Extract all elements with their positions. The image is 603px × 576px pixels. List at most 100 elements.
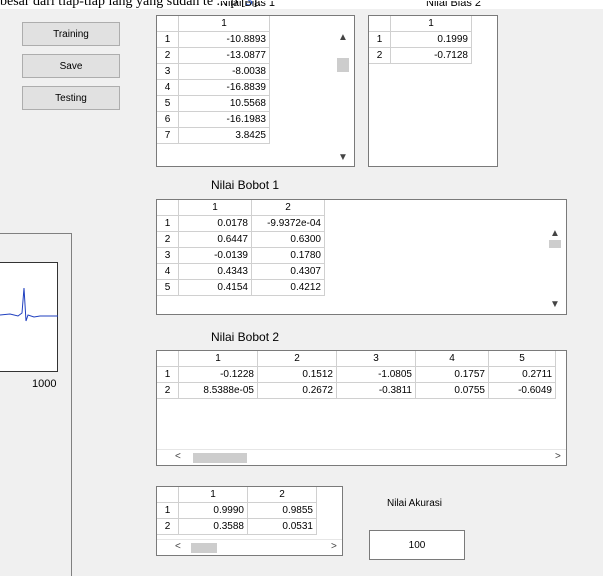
bobot1-grid: 1 2 1 0.0178 -9.9372e-04 2 0.6447 0.6300 3 -0… — [157, 200, 325, 296]
bias1-grid: 1 1 -10.8893 2 -13.0877 3 -8.0038 4 -16.8839… — [157, 16, 270, 144]
cell[interactable]: -16.8839 — [178, 79, 270, 96]
cell[interactable]: 8.5388e-05 — [178, 382, 258, 399]
cell[interactable]: 0.0531 — [247, 518, 317, 535]
scroll-thumb[interactable] — [337, 58, 349, 72]
bias1-vscrollbar[interactable]: ▲ ▼ — [334, 16, 351, 166]
cell[interactable]: 0.6300 — [251, 231, 325, 248]
output-hscrollbar[interactable]: < > — [157, 539, 342, 555]
cell[interactable]: 0.4343 — [178, 263, 252, 280]
cell[interactable]: 0.1999 — [390, 31, 472, 48]
cell[interactable]: 0.0755 — [415, 382, 489, 399]
col-header: 1 — [178, 487, 248, 503]
table-row[interactable]: 4 0.4343 0.4307 — [157, 263, 325, 280]
cell[interactable]: 0.2711 — [488, 366, 556, 383]
cell[interactable]: 0.1780 — [251, 247, 325, 264]
cell[interactable]: -16.1983 — [178, 111, 270, 128]
cell[interactable]: 0.9990 — [178, 502, 248, 519]
table-row[interactable]: 7 3.8425 — [157, 127, 270, 144]
cell[interactable]: 0.1512 — [257, 366, 337, 383]
cell[interactable]: -9.9372e-04 — [251, 215, 325, 232]
output-table[interactable]: 1 2 1 0.9990 0.9855 2 0.3588 0.0531 < > — [156, 486, 343, 556]
cell[interactable]: -0.1228 — [178, 366, 258, 383]
save-button[interactable]: Save — [22, 54, 120, 78]
row-header: 4 — [157, 263, 179, 280]
table-row[interactable]: 6 -16.1983 — [157, 111, 270, 128]
scroll-left-icon[interactable]: < — [175, 541, 181, 552]
row-header: 1 — [157, 31, 179, 48]
table-row[interactable]: 1 0.1999 — [369, 31, 472, 48]
table-row[interactable]: 2 -13.0877 — [157, 47, 270, 64]
bobot2-hscrollbar[interactable]: < > — [157, 449, 566, 465]
col-header: 2 — [247, 487, 317, 503]
scroll-thumb[interactable] — [191, 543, 217, 553]
table-row[interactable]: 2 0.6447 0.6300 — [157, 231, 325, 248]
col-header: 2 — [257, 351, 337, 367]
table-row[interactable]: 2 8.5388e-05 0.2672 -0.3811 0.0755 -0.6049 — [157, 382, 556, 399]
cell[interactable]: 0.1757 — [415, 366, 489, 383]
testing-button[interactable]: Testing — [22, 86, 120, 110]
cell[interactable]: -10.8893 — [178, 31, 270, 48]
cell[interactable]: -13.0877 — [178, 47, 270, 64]
scroll-up-icon[interactable]: ▲ — [550, 228, 560, 239]
row-header: 2 — [157, 231, 179, 248]
row-header: 1 — [157, 502, 179, 519]
row-header: 1 — [157, 215, 179, 232]
bobot1-vscrollbar[interactable]: ▲ ▼ — [546, 200, 563, 314]
row-header: 3 — [157, 247, 179, 264]
bobot2-table[interactable]: 1 2 3 4 5 1 -0.1228 0.1512 -1.0805 0.1757 0.2… — [156, 350, 567, 466]
table-row[interactable]: 2 -0.7128 — [369, 47, 472, 64]
cell[interactable]: 10.5568 — [178, 95, 270, 112]
scroll-left-icon[interactable]: < — [175, 451, 181, 462]
cell[interactable]: -8.0038 — [178, 63, 270, 80]
bobot1-table[interactable]: 1 2 1 0.0178 -9.9372e-04 2 0.6447 0.6300 3 -0… — [156, 199, 567, 315]
row-header: 2 — [157, 518, 179, 535]
table-row[interactable]: 4 -16.8839 — [157, 79, 270, 96]
row-header: 4 — [157, 79, 179, 96]
row-header: 5 — [157, 95, 179, 112]
cell[interactable]: -0.6049 — [488, 382, 556, 399]
corner-cell — [157, 16, 179, 32]
cell[interactable]: -0.0139 — [178, 247, 252, 264]
row-header: 3 — [157, 63, 179, 80]
cell[interactable]: 0.6447 — [178, 231, 252, 248]
cell[interactable]: 0.2672 — [257, 382, 337, 399]
document-caption: besar dari tiap-tiap lang yang sudah te … — [0, 0, 603, 9]
table-row[interactable]: 3 -0.0139 0.1780 — [157, 247, 325, 264]
cell[interactable]: 0.0178 — [178, 215, 252, 232]
cell[interactable]: 3.8425 — [178, 127, 270, 144]
corner-cell — [157, 200, 179, 216]
bobot2-title: Nilai Bobot 2 — [211, 330, 280, 344]
table-row[interactable]: 5 0.4154 0.4212 — [157, 279, 325, 296]
row-header: 2 — [157, 382, 179, 399]
table-row[interactable]: 2 0.3588 0.0531 — [157, 518, 317, 535]
training-button[interactable]: Training — [22, 22, 120, 46]
akurasi-label: Nilai Akurasi — [387, 498, 443, 509]
bias2-table[interactable]: 1 1 0.1999 2 -0.7128 — [368, 15, 498, 167]
scroll-right-icon[interactable]: > — [555, 451, 561, 462]
scroll-down-icon[interactable]: ▼ — [338, 152, 348, 163]
cell[interactable]: 0.4307 — [251, 263, 325, 280]
table-row[interactable]: 1 -0.1228 0.1512 -1.0805 0.1757 0.2711 — [157, 366, 556, 383]
scroll-down-icon[interactable]: ▼ — [550, 299, 560, 310]
table-row[interactable]: 1 0.9990 0.9855 — [157, 502, 317, 519]
table-row[interactable]: 1 0.0178 -9.9372e-04 — [157, 215, 325, 232]
cell[interactable]: -1.0805 — [336, 366, 416, 383]
scroll-up-icon[interactable]: ▲ — [338, 32, 348, 43]
akurasi-field[interactable]: 100 — [369, 530, 465, 560]
row-header: 2 — [369, 47, 391, 64]
scroll-right-icon[interactable]: > — [331, 541, 337, 552]
caption-text: besar dari tiap-tiap lang yang sudah te … — [0, 0, 246, 9]
scroll-thumb[interactable] — [549, 240, 561, 248]
bias1-table[interactable]: 1 1 -10.8893 2 -13.0877 3 -8.0038 4 -16.8839… — [156, 15, 355, 167]
cell[interactable]: 0.4212 — [251, 279, 325, 296]
cell[interactable]: -0.3811 — [336, 382, 416, 399]
cell[interactable]: 0.9855 — [247, 502, 317, 519]
cell[interactable]: 0.4154 — [178, 279, 252, 296]
cell[interactable]: -0.7128 — [390, 47, 472, 64]
cell[interactable]: 0.3588 — [178, 518, 248, 535]
table-row[interactable]: 1 -10.8893 — [157, 31, 270, 48]
table-row[interactable]: 3 -8.0038 — [157, 63, 270, 80]
table-row[interactable]: 5 10.5568 — [157, 95, 270, 112]
col-header: 5 — [488, 351, 556, 367]
scroll-thumb[interactable] — [193, 453, 247, 463]
